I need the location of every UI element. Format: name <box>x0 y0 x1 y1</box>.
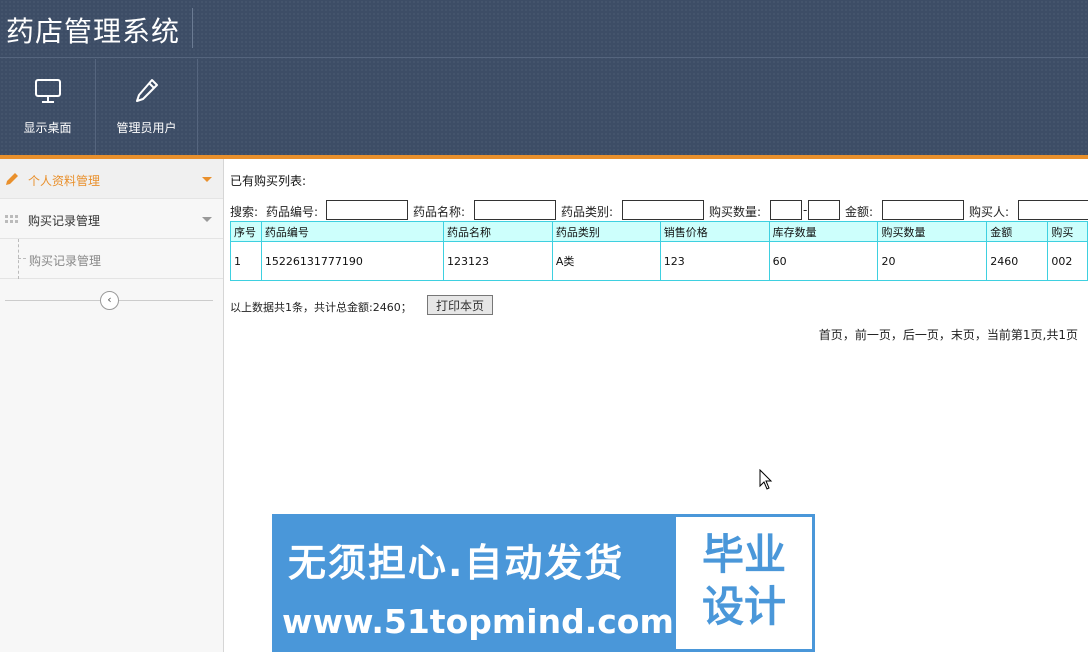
cell-drug-code: 15226131777190 <box>260 241 445 281</box>
title-divider <box>192 8 193 48</box>
pager-prev-link[interactable]: 前一页 <box>855 328 891 342</box>
cell-drug-name: 123123 <box>443 241 553 281</box>
list-title: 已有购买列表: <box>230 174 307 188</box>
summary-text: 以上数据共1条，共计总金额:2460； <box>230 301 412 314</box>
cell-stock-qty: 60 <box>768 241 879 281</box>
col-header-index: 序号 <box>230 221 262 242</box>
top-header: 药店管理系统 显示桌面 管理员用户 <box>0 0 1088 155</box>
cell-drug-category: A类 <box>551 241 661 281</box>
amount-input[interactable] <box>882 200 964 220</box>
ad-logo-box: 毕业 设计 <box>673 514 815 652</box>
monitor-icon <box>34 79 61 103</box>
pencil-icon <box>6 173 18 185</box>
mouse-pointer-icon <box>759 469 773 490</box>
pager-last-link[interactable]: 末页 <box>951 328 975 342</box>
pager-sep: ， <box>842 328 855 342</box>
col-header-drug-name: 药品名称 <box>443 221 553 242</box>
table-row: 1 15226131777190 123123 A类 123 60 20 246… <box>230 241 1088 281</box>
col-header-purchase-qty: 购买数量 <box>877 221 988 242</box>
purchase-table: 序号 药品编号 药品名称 药品类别 销售价格 库存数量 购买数量 金额 购买 1… <box>230 221 1088 281</box>
col-header-sale-price: 销售价格 <box>659 221 770 242</box>
caret-down-icon <box>202 177 212 182</box>
ad-box-line1: 毕业 <box>701 530 786 579</box>
app-title: 药店管理系统 <box>6 15 181 48</box>
drug-name-label: 药品名称: <box>413 205 466 219</box>
quantity-min-input[interactable] <box>770 200 802 220</box>
col-header-drug-code: 药品编号 <box>260 221 445 242</box>
sidebar-group-label: 个人资料管理 <box>28 174 101 188</box>
cell-amount: 2460 <box>986 241 1049 281</box>
ad-box-line2: 设计 <box>701 582 786 631</box>
drug-category-input[interactable] <box>622 200 704 220</box>
nav-show-desktop-button[interactable]: 显示桌面 <box>0 59 96 155</box>
print-page-button[interactable]: 打印本页 <box>427 295 493 315</box>
drug-code-input[interactable] <box>326 200 408 220</box>
chevron-left-icon[interactable]: ‹ <box>100 291 119 310</box>
ad-url: www.51topmind.com <box>282 602 674 641</box>
pagination: 首页，前一页，后一页，末页，当前第1页,共1页 <box>819 326 1078 343</box>
col-header-amount: 金额 <box>986 221 1049 242</box>
buyer-input[interactable] <box>1018 200 1088 220</box>
quantity-label: 购买数量: <box>709 205 762 219</box>
pager-status: ，当前第1页,共1页 <box>974 328 1078 342</box>
cell-index: 1 <box>230 241 262 281</box>
nav-admin-user-button[interactable]: 管理员用户 <box>96 59 198 155</box>
pager-next-link[interactable]: 后一页 <box>903 328 939 342</box>
sidebar-item-label: 购买记录管理 <box>29 254 102 268</box>
quantity-max-input[interactable] <box>808 200 840 220</box>
caret-down-icon <box>202 217 212 222</box>
sidebar-group-label: 购买记录管理 <box>28 214 101 228</box>
sidebar: 个人资料管理 购买记录管理 购买记录管理 ‹ <box>0 159 224 652</box>
col-header-buyer: 购买 <box>1047 221 1088 242</box>
pager-first-link[interactable]: 首页 <box>819 328 843 342</box>
cell-buyer: 002 <box>1047 241 1088 281</box>
buyer-label: 购买人: <box>969 205 1010 219</box>
pager-sep: ， <box>890 328 903 342</box>
sidebar-item-purchase-records[interactable]: 购买记录管理 <box>0 239 223 279</box>
range-separator: - <box>803 203 808 217</box>
amount-label: 金额: <box>845 205 874 219</box>
cell-sale-price: 123 <box>659 241 770 281</box>
sidebar-group-purchase-records[interactable]: 购买记录管理 <box>0 199 223 239</box>
pencil-icon <box>135 79 158 102</box>
drug-code-label: 药品编号: <box>266 205 319 219</box>
sidebar-collapse-row: ‹ <box>5 291 213 311</box>
col-header-drug-category: 药品类别 <box>551 221 661 242</box>
nav-admin-user-label: 管理员用户 <box>116 121 177 135</box>
cell-purchase-qty: 20 <box>877 241 988 281</box>
nav-show-desktop-label: 显示桌面 <box>23 121 72 135</box>
drug-name-input[interactable] <box>474 200 556 220</box>
drug-category-label: 药品类别: <box>561 205 614 219</box>
col-header-stock-qty: 库存数量 <box>768 221 879 242</box>
ad-slogan: 无须担心.自动发货 <box>288 541 625 585</box>
search-bar: 搜索: 药品编号: 药品名称: 药品类别: 购买数量: - 金额: 购买人: <box>230 200 1088 220</box>
tree-line <box>18 258 26 259</box>
table-header-row: 序号 药品编号 药品名称 药品类别 销售价格 库存数量 购买数量 金额 购买 <box>230 221 1088 242</box>
grid-dots-icon <box>5 215 18 223</box>
tree-line <box>18 239 19 279</box>
sidebar-group-profile[interactable]: 个人资料管理 <box>0 159 223 199</box>
top-nav: 显示桌面 管理员用户 <box>0 59 198 155</box>
title-bar: 药店管理系统 <box>0 0 1088 58</box>
pager-sep: ， <box>938 328 951 342</box>
search-prefix: 搜索: <box>230 205 259 219</box>
ad-banner[interactable]: 无须担心.自动发货 www.51topmind.com 毕业 设计 <box>272 514 815 652</box>
